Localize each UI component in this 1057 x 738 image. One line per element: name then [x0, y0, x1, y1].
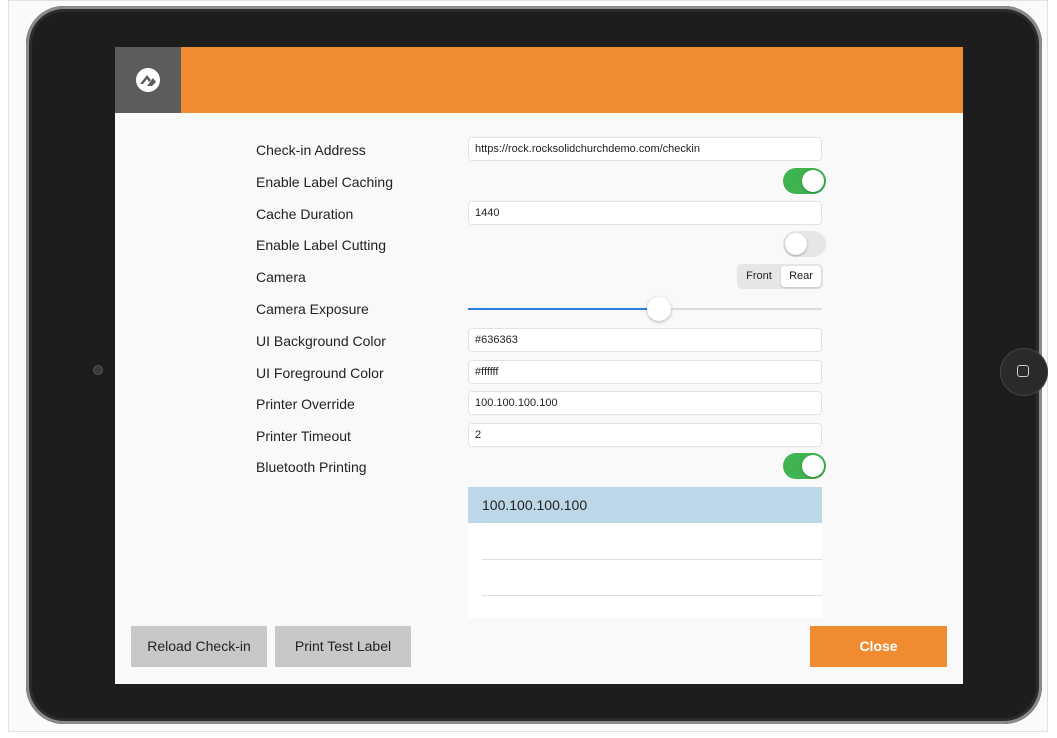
ui-background-color-input[interactable]: #636363 [468, 328, 822, 352]
ui-foreground-color-label: UI Foreground Color [256, 365, 384, 381]
close-button[interactable]: Close [810, 626, 947, 667]
printer-timeout-input[interactable]: 2 [468, 423, 822, 447]
printer-list-item-label: 100.100.100.100 [482, 497, 588, 513]
cache-duration-label: Cache Duration [256, 206, 354, 222]
toggle-knob [785, 233, 807, 255]
ui-foreground-color-input[interactable]: #ffffff [468, 360, 822, 384]
camera-exposure-slider[interactable] [468, 297, 822, 321]
rock-logo-icon [115, 47, 181, 113]
toggle-knob [802, 170, 824, 192]
header-bar [115, 47, 963, 113]
slider-fill [468, 308, 659, 310]
camera-front-option[interactable]: Front [739, 266, 779, 287]
enable-label-caching-toggle[interactable] [783, 168, 826, 194]
printer-list: 100.100.100.100 [468, 487, 822, 618]
bluetooth-printing-label: Bluetooth Printing [256, 459, 367, 475]
enable-label-caching-label: Enable Label Caching [256, 174, 393, 190]
slider-thumb[interactable] [647, 297, 671, 321]
home-square-icon [1017, 365, 1029, 377]
checkin-address-label: Check-in Address [256, 142, 366, 158]
reload-checkin-button[interactable]: Reload Check-in [131, 626, 267, 667]
printer-timeout-label: Printer Timeout [256, 428, 351, 444]
camera-lens-icon [94, 366, 102, 374]
enable-label-cutting-toggle[interactable] [783, 231, 826, 257]
camera-segmented-control: Front Rear [737, 264, 823, 289]
printer-override-input[interactable]: 100.100.100.100 [468, 391, 822, 415]
printer-override-label: Printer Override [256, 396, 355, 412]
camera-label: Camera [256, 269, 306, 285]
cache-duration-input[interactable]: 1440 [468, 201, 822, 225]
printer-list-item[interactable] [468, 523, 822, 559]
printer-list-item[interactable] [468, 560, 822, 596]
bluetooth-printing-toggle[interactable] [783, 453, 826, 479]
ui-background-color-label: UI Background Color [256, 333, 386, 349]
camera-exposure-label: Camera Exposure [256, 301, 369, 317]
enable-label-cutting-label: Enable Label Cutting [256, 237, 386, 253]
print-test-label-button[interactable]: Print Test Label [275, 626, 411, 667]
printer-list-item[interactable] [468, 596, 822, 618]
toggle-knob [802, 455, 824, 477]
camera-rear-option[interactable]: Rear [781, 266, 821, 287]
checkin-address-input[interactable]: https://rock.rocksolidchurchdemo.com/che… [468, 137, 822, 161]
home-button[interactable] [1000, 348, 1048, 396]
app-screen: Check-in Address https://rock.rocksolidc… [115, 47, 963, 684]
printer-list-item[interactable]: 100.100.100.100 [468, 487, 822, 523]
